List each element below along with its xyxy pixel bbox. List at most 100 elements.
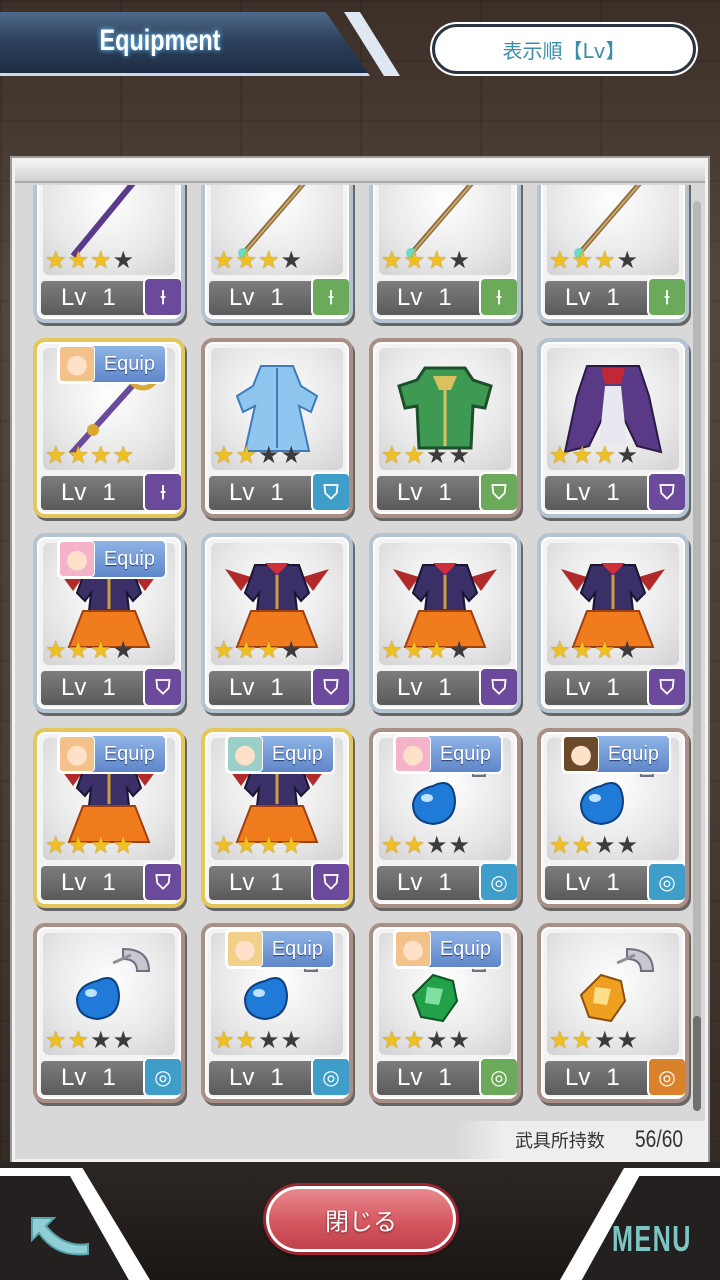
- level-bar: Lv 1: [41, 476, 149, 510]
- level-bar: Lv 1: [545, 1061, 653, 1095]
- level-value: 1: [438, 869, 452, 896]
- level-value: 1: [438, 674, 452, 701]
- star-filled-icon: ★: [112, 441, 135, 469]
- level-bar: Lv 1: [377, 1061, 485, 1095]
- level-label: Lv: [229, 284, 255, 311]
- level-value: 1: [606, 869, 620, 896]
- equipment-card[interactable]: Equip ★ ★ ★ ★ Lv 1 ⛉: [33, 728, 185, 908]
- rarity-stars: ★ ★ ★ ★: [213, 247, 302, 273]
- equipment-card[interactable]: ★ ★ ★ ★ Lv 1 ⛉: [537, 338, 689, 518]
- character-avatar: [395, 931, 431, 967]
- close-button[interactable]: 閉じる: [266, 1186, 456, 1252]
- star-empty-icon: ★: [616, 1026, 639, 1054]
- star-empty-icon: ★: [280, 1026, 303, 1054]
- level-value: 1: [606, 479, 620, 506]
- star-filled-icon: ★: [235, 831, 258, 859]
- menu-button[interactable]: MENU: [612, 1218, 690, 1268]
- back-button[interactable]: [24, 1210, 94, 1260]
- level-bar: Lv 1: [545, 281, 653, 315]
- equipment-card[interactable]: ★ ★ ★ ★ Lv 1 ⛉: [201, 338, 353, 518]
- rarity-stars: ★ ★ ★ ★: [45, 247, 134, 273]
- star-filled-icon: ★: [594, 246, 616, 274]
- armor-type-icon: ⛉: [479, 667, 517, 707]
- star-filled-icon: ★: [594, 636, 616, 664]
- star-filled-icon: ★: [381, 1026, 403, 1054]
- owned-count-label: 武具所持数: [514, 1131, 605, 1152]
- star-filled-icon: ★: [549, 1026, 571, 1054]
- star-filled-icon: ★: [45, 831, 67, 859]
- star-filled-icon: ★: [381, 636, 403, 664]
- equipment-card[interactable]: ★ ★ ★ ★ Lv 1 ⛉: [537, 533, 689, 713]
- level-label: Lv: [397, 869, 423, 896]
- armor-type-icon: ⛉: [143, 862, 181, 902]
- level-label: Lv: [397, 284, 423, 311]
- equipment-card[interactable]: Equip ★ ★ ★ ★ Lv 1 ◎: [369, 923, 521, 1103]
- equipment-card[interactable]: ★ ★ ★ ★ Lv 1 ⟊: [201, 185, 353, 323]
- star-filled-icon: ★: [549, 246, 571, 274]
- equipment-card[interactable]: ★ ★ ★ ★ Lv 1 ⛉: [369, 338, 521, 518]
- equipment-card[interactable]: Equip ★ ★ ★ ★ Lv 1 ⛉: [33, 533, 185, 713]
- page-title: Equipment: [99, 24, 221, 57]
- equipment-card[interactable]: ★ ★ ★ ★ Lv 1 ⟊: [369, 185, 521, 323]
- star-filled-icon: ★: [549, 831, 571, 859]
- equipment-card[interactable]: ★ ★ ★ ★ Lv 1 ◎: [33, 923, 185, 1103]
- star-filled-icon: ★: [45, 1026, 67, 1054]
- level-value: 1: [102, 674, 116, 701]
- equipment-card[interactable]: Equip ★ ★ ★ ★ Lv 1 ◎: [369, 728, 521, 908]
- character-avatar: [227, 736, 263, 772]
- level-label: Lv: [61, 284, 87, 311]
- equipment-card[interactable]: ★ ★ ★ ★ Lv 1 ⛉: [201, 533, 353, 713]
- star-empty-icon: ★: [594, 831, 616, 859]
- star-filled-icon: ★: [571, 246, 594, 274]
- star-filled-icon: ★: [213, 441, 235, 469]
- equipment-card[interactable]: Equip ★ ★ ★ ★ Lv 1 ⟊: [33, 338, 185, 518]
- level-value: 1: [270, 1064, 284, 1091]
- sort-order-button[interactable]: 表示順【Lv】: [432, 24, 696, 74]
- equipment-card[interactable]: ★ ★ ★ ★ Lv 1 ◎: [537, 923, 689, 1103]
- level-bar: Lv 1: [377, 281, 485, 315]
- equipment-card[interactable]: Equip ★ ★ ★ ★ Lv 1 ◎: [201, 923, 353, 1103]
- star-filled-icon: ★: [235, 1026, 258, 1054]
- staff-type-icon: ⟊: [143, 472, 181, 512]
- equipment-card[interactable]: ★ ★ ★ ★ Lv 1 ⟊: [33, 185, 185, 323]
- armor-type-icon: ⛉: [311, 472, 349, 512]
- equipment-card[interactable]: ★ ★ ★ ★ Lv 1 ⟊: [537, 185, 689, 323]
- accessory-type-icon: ◎: [479, 862, 517, 902]
- star-empty-icon: ★: [112, 1026, 135, 1054]
- star-filled-icon: ★: [571, 441, 594, 469]
- star-filled-icon: ★: [571, 831, 594, 859]
- level-value: 1: [438, 1064, 452, 1091]
- staff-type-icon: ⟊: [143, 277, 181, 317]
- character-avatar: [59, 541, 95, 577]
- star-empty-icon: ★: [448, 246, 471, 274]
- owned-count-value: 56/60: [634, 1126, 683, 1153]
- star-filled-icon: ★: [258, 246, 280, 274]
- level-bar: Lv 1: [209, 476, 317, 510]
- accessory-type-icon: ◎: [311, 1057, 349, 1097]
- level-label: Lv: [397, 479, 423, 506]
- equipment-grid[interactable]: ★ ★ ★ ★ Lv 1 ⟊ ★ ★ ★ ★ Lv 1 ⟊ ★ ★ ★ ★ Lv 1 ⟊ ★ ★ ★ ★ Lv 1 ⟊ Equip ★ ★ ★…: [15, 185, 705, 1115]
- level-label: Lv: [397, 674, 423, 701]
- accessory-type-icon: ◎: [479, 1057, 517, 1097]
- star-filled-icon: ★: [90, 441, 112, 469]
- rarity-stars: ★ ★ ★ ★: [213, 832, 302, 858]
- star-filled-icon: ★: [67, 1026, 90, 1054]
- star-empty-icon: ★: [448, 831, 471, 859]
- star-filled-icon: ★: [571, 636, 594, 664]
- level-label: Lv: [565, 1064, 591, 1091]
- character-avatar: [227, 931, 263, 967]
- star-empty-icon: ★: [280, 246, 303, 274]
- armor-type-icon: ⛉: [479, 472, 517, 512]
- level-value: 1: [438, 284, 452, 311]
- scrollbar-thumb[interactable]: [693, 1016, 701, 1111]
- rarity-stars: ★ ★ ★ ★: [549, 637, 638, 663]
- star-filled-icon: ★: [45, 636, 67, 664]
- scrollbar-track[interactable]: [693, 201, 701, 1111]
- star-filled-icon: ★: [67, 441, 90, 469]
- equipment-card[interactable]: ★ ★ ★ ★ Lv 1 ⛉: [369, 533, 521, 713]
- level-bar: Lv 1: [209, 866, 317, 900]
- character-avatar: [59, 736, 95, 772]
- rarity-stars: ★ ★ ★ ★: [381, 637, 470, 663]
- equipment-card[interactable]: Equip ★ ★ ★ ★ Lv 1 ◎: [537, 728, 689, 908]
- equipment-card[interactable]: Equip ★ ★ ★ ★ Lv 1 ⛉: [201, 728, 353, 908]
